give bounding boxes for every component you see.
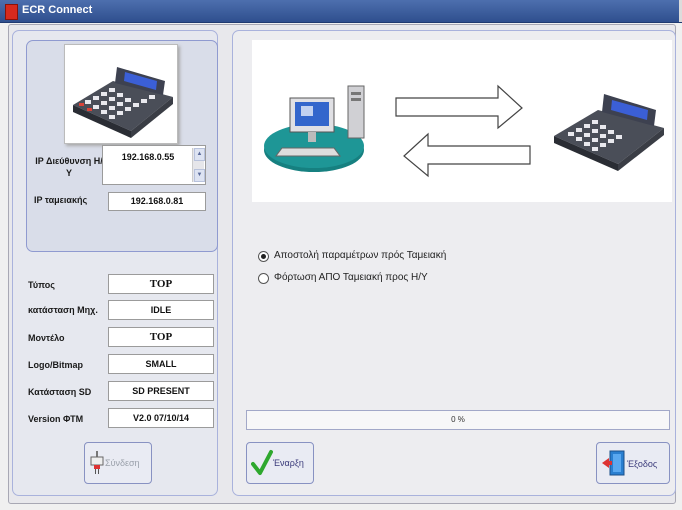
option-send-params-label: Αποστολή παραμέτρων πρός Ταμειακή — [274, 250, 447, 261]
connect-button[interactable]: Σύνδεση — [84, 442, 152, 484]
progress-bar: 0 % — [246, 410, 670, 430]
info-value-model: TOP — [108, 327, 214, 347]
progress-label: 0 % — [451, 415, 465, 424]
radio-unselected-icon[interactable] — [258, 273, 269, 284]
radio-selected-icon[interactable] — [258, 251, 269, 262]
pc-ip-label: IP Διεύθυνση Η/Υ — [35, 156, 103, 178]
exit-button[interactable]: Έξοδος — [596, 442, 670, 484]
info-label-logo: Logo/Bitmap — [28, 360, 83, 370]
checkmark-icon — [251, 450, 273, 475]
register-ip-label: IP ταμειακής — [34, 195, 88, 205]
info-label-model: Μοντέλο — [28, 333, 65, 343]
connect-button-label: Σύνδεση — [105, 458, 140, 468]
option-load-label: Φόρτωση ΑΠΟ Ταμειακή προς Η/Υ — [274, 272, 428, 283]
exit-button-label: Έξοδος — [627, 459, 658, 469]
info-label-sd: Κατάσταση SD — [28, 387, 92, 397]
window-title: ECR Connect — [22, 4, 93, 16]
info-label-type: Τύπος — [28, 280, 55, 290]
scroll-up-icon[interactable]: ▲ — [194, 148, 205, 161]
register-ip-field[interactable]: 192.168.0.81 — [108, 192, 206, 211]
info-label-machine-state: κατάσταση Μηχ. — [28, 305, 98, 315]
exit-door-icon — [602, 450, 625, 476]
cash-register-icon — [73, 67, 173, 138]
pc-ip-value: 192.168.0.55 — [121, 152, 175, 162]
info-value-machine-state: IDLE — [108, 300, 214, 320]
info-value-version: V2.0 07/10/14 — [108, 408, 214, 428]
title-bar: ECR Connect — [0, 0, 682, 23]
transfer-diagram — [264, 84, 664, 178]
info-value-type: TOP — [108, 274, 214, 294]
info-value-sd: SD PRESENT — [108, 381, 214, 401]
start-button-label: Έναρξη — [273, 458, 304, 468]
start-button[interactable]: Έναρξη — [246, 442, 314, 484]
app-icon — [5, 4, 18, 20]
transfer-illustration — [252, 40, 672, 202]
pc-ip-field[interactable]: 192.168.0.55 ▲ ▼ — [102, 145, 206, 185]
info-value-logo: SMALL — [108, 354, 214, 374]
scroll-down-icon[interactable]: ▼ — [194, 169, 205, 182]
cash-register-image — [64, 44, 178, 144]
info-label-version: Version ΦΤΜ — [28, 414, 84, 424]
plug-icon — [90, 451, 104, 474]
pc-ip-scrollbar[interactable]: ▲ ▼ — [192, 148, 205, 182]
